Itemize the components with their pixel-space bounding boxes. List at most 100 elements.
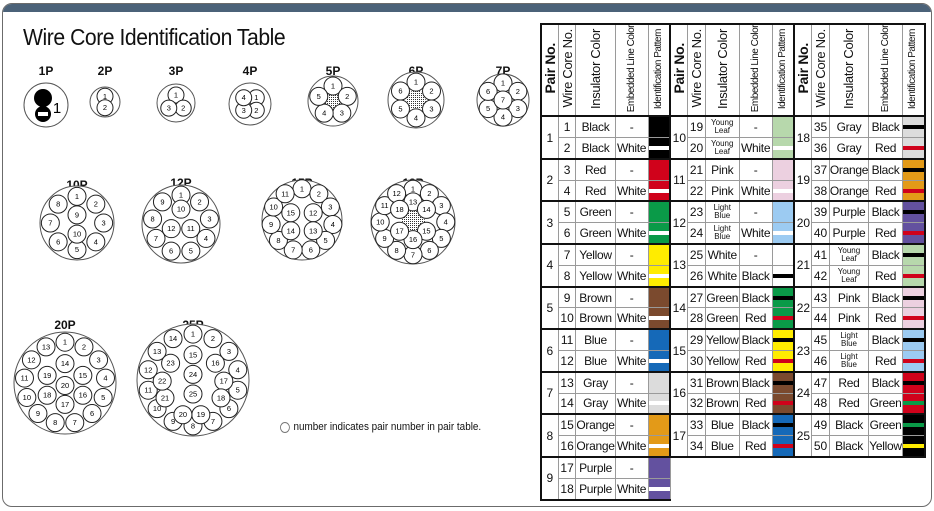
cable-label: 4P [242, 64, 258, 78]
insulator-color: Green [704, 285, 740, 309]
core-number: 3 [328, 203, 332, 212]
embedded-line-color: White [738, 222, 773, 245]
wire-core-number: 12 [557, 349, 577, 373]
insulator-color: Young Leaf [704, 137, 740, 160]
core-number: 13 [409, 197, 417, 206]
core-number: 8 [395, 246, 399, 255]
embedded-line-stripe [903, 125, 924, 130]
core-number: 1 [53, 100, 61, 117]
wire-core-number: 13 [557, 370, 577, 394]
table-header-row: Pair No. Wire Core No. Insulator Color Embe… [539, 22, 926, 118]
cable-label: 3P [168, 64, 184, 78]
core-number: 4 [94, 237, 98, 246]
wire-core-number: 49 [811, 413, 830, 437]
core-number: 4 [242, 93, 246, 102]
insulator-color: Brown [575, 285, 616, 309]
core-number: 5 [75, 245, 79, 254]
identification-pattern-swatch [647, 137, 671, 160]
identification-pattern-swatch [901, 349, 926, 373]
core-number: 17 [220, 377, 228, 386]
core-number: 11 [281, 189, 289, 198]
header-label: Insulator Color [588, 28, 603, 109]
core-number: 9 [160, 197, 164, 206]
embedded-line-stripe [649, 145, 670, 150]
insulator-color: Purple [575, 477, 616, 501]
embedded-line-stripe [773, 231, 794, 236]
core-number: 3 [439, 201, 443, 210]
header-label: Embedded Line Color [625, 25, 637, 113]
insulator-color: Green [575, 222, 616, 245]
empty-cell [794, 456, 925, 500]
core-number: 1 [191, 330, 195, 339]
core-number: 10 [269, 203, 277, 212]
insulator-color: Blue [575, 328, 616, 352]
pair-number: 18 [793, 115, 813, 160]
identification-pattern-swatch [647, 477, 671, 501]
insulator-color: Orange [828, 157, 870, 181]
core-number: 12 [27, 355, 35, 364]
core-number: 9 [75, 210, 79, 219]
wire-core-number: 10 [557, 307, 577, 330]
identification-pattern-swatch [771, 179, 795, 202]
embedded-line-stripe [903, 167, 924, 172]
identification-pattern-swatch [901, 115, 926, 139]
pair-number: 4 [539, 243, 559, 288]
embedded-line-color: Black [738, 285, 773, 309]
core-number: 11 [381, 201, 389, 210]
core-number: 8 [56, 200, 60, 209]
pair-number: 9 [539, 455, 559, 501]
identification-pattern-swatch [771, 285, 795, 309]
identification-pattern-swatch [771, 157, 795, 181]
wire-core-number: 47 [811, 370, 830, 394]
core-number: 16 [409, 235, 417, 244]
insulator-color: White [704, 264, 740, 288]
embedded-line-stripe [903, 188, 924, 193]
embedded-line-stripe [903, 423, 924, 428]
pair-number: 15 [669, 328, 689, 373]
core-number: 10 [73, 230, 81, 239]
core-number: 2 [94, 200, 98, 209]
identification-pattern-swatch [771, 328, 795, 352]
pair-number: 17 [669, 413, 689, 458]
header-wire-core-no: Wire Core No. [687, 22, 706, 118]
identification-pattern-swatch [771, 137, 795, 160]
cable-cross-section: 1 2 3 4 5 6 7 [476, 73, 530, 127]
embedded-line-stripe [903, 210, 924, 215]
wire-core-number: 25 [687, 243, 706, 266]
pair-number: 21 [793, 243, 813, 288]
core-number: 18 [395, 205, 403, 214]
cable-cross-section: 1234567891011121314151617181920 [13, 331, 117, 435]
identification-pattern-swatch [647, 328, 671, 352]
wire-core-number: 17 [557, 455, 577, 479]
identification-pattern-swatch [647, 455, 671, 479]
panel-header-bar [3, 4, 931, 12]
embedded-line-stripe [773, 338, 794, 343]
insulator-color: Green [704, 307, 740, 330]
core-number: 2 [317, 189, 321, 198]
embedded-line-color: Black [868, 115, 903, 139]
core-number: 5 [101, 393, 105, 402]
embedded-line-color: Red [738, 392, 773, 415]
identification-pattern-swatch [771, 435, 795, 458]
wire-core-number: 28 [687, 307, 706, 330]
identification-pattern-swatch [771, 243, 795, 266]
table-row: 8 15 Orange -17 33 Blue Black 25 49 Black Green [539, 413, 926, 458]
pair-number: 13 [669, 243, 689, 288]
embedded-line-stripe [903, 401, 924, 406]
insulator-color: Purple [828, 222, 870, 245]
insulator-color: Young Leaf [704, 115, 740, 139]
insulator-color: Brown [575, 307, 616, 330]
pair-number: 10 [669, 115, 689, 160]
insulator-color: Black [575, 115, 616, 139]
header-label: Wire Core No. [559, 29, 575, 108]
embedded-line-color: - [614, 370, 649, 394]
core-number: 4 [103, 374, 107, 383]
wire-core-number: 50 [811, 435, 830, 458]
identification-pattern-swatch [647, 157, 671, 181]
embedded-line-stripe [773, 358, 794, 363]
identification-pattern-swatch [647, 200, 671, 224]
header-label: Embedded Line Color [879, 25, 891, 113]
wire-core-number: 27 [687, 285, 706, 309]
embedded-line-color: Black [868, 157, 903, 181]
core-number: 1 [179, 191, 183, 200]
